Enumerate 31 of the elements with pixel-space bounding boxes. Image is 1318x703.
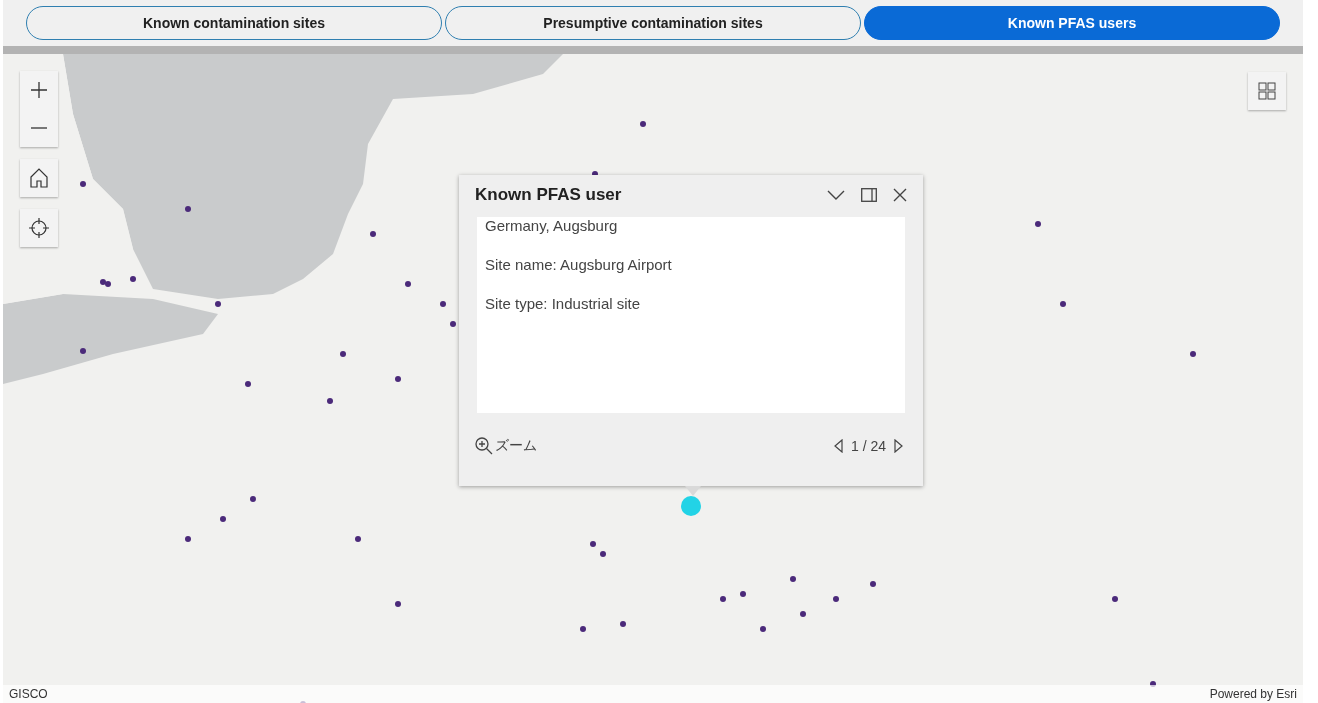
home-icon [30, 168, 48, 188]
locate-button[interactable] [20, 209, 58, 247]
close-button[interactable] [891, 186, 909, 204]
minus-icon [30, 127, 48, 129]
dock-icon [861, 188, 877, 202]
attribution-text: Powered by Esri [1209, 687, 1297, 701]
chevron-down-icon [827, 190, 845, 200]
home-button[interactable] [20, 159, 58, 197]
plus-icon [30, 81, 48, 99]
layer-tab[interactable]: Known contamination sites [26, 6, 442, 40]
dock-button[interactable] [859, 186, 879, 204]
crosshair-icon [29, 218, 49, 238]
triangle-left-icon [833, 439, 843, 453]
attribute-text: Site type: Industrial site [485, 295, 642, 312]
collapse-button[interactable] [825, 188, 847, 202]
zoom-out-button[interactable] [20, 109, 58, 147]
attribute-text: Germany, Augsburg [485, 217, 619, 234]
close-icon [893, 188, 907, 202]
attribute-text: Site name: Augsburg Airport [485, 256, 673, 273]
zoom-to-button[interactable]: ズーム [475, 437, 537, 455]
popup-title: Known PFAS user [475, 185, 622, 205]
page-counter: 1 / 24 [850, 438, 886, 454]
attribution-text: GISCO [9, 687, 48, 701]
layer-tab[interactable]: Known PFAS users [864, 6, 1280, 40]
zoom-in-button[interactable] [20, 71, 58, 109]
grid-icon [1258, 82, 1276, 100]
triangle-right-icon [894, 439, 903, 453]
layer-tab[interactable]: Presumptive contamination sites [445, 6, 861, 40]
next-button[interactable] [892, 437, 905, 455]
popup-pointer [685, 486, 701, 496]
zoom-in-icon [475, 437, 493, 455]
